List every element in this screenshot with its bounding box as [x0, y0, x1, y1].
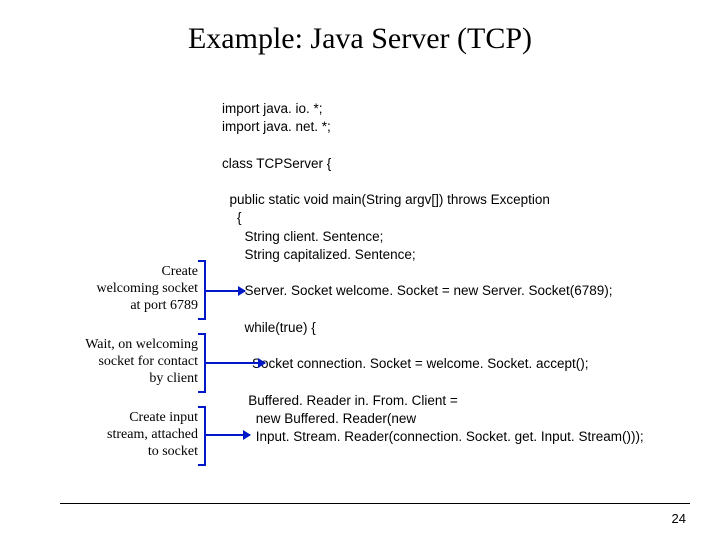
code-line: Server. Socket welcome. Socket = new Ser…: [222, 283, 613, 298]
code-line: Input. Stream. Reader(connection. Socket…: [222, 429, 644, 444]
annotation-line: socket for contact: [98, 354, 198, 369]
annotation-line: to socket: [148, 444, 198, 459]
divider: [60, 503, 690, 504]
page-number: 24: [672, 511, 686, 526]
code-line: while(true) {: [222, 320, 316, 335]
annotation-line: at port 6789: [130, 298, 198, 313]
arrow-icon: [205, 434, 250, 436]
arrow-icon: [205, 290, 245, 292]
annotations: Create welcoming socket at port 6789 Wai…: [0, 0, 202, 540]
bracket-icon: [198, 406, 206, 466]
annotation-line: Wait, on welcoming: [85, 337, 198, 352]
annotation-line: by client: [149, 371, 198, 386]
annotation-line: stream, attached: [107, 427, 198, 442]
annotation-line: Create: [161, 264, 198, 279]
code-line: Buffered. Reader in. From. Client =: [222, 393, 458, 408]
code-block: import java. io. *; import java. net. *;…: [222, 100, 702, 446]
annotation-welcoming-socket: Create welcoming socket at port 6789: [46, 262, 202, 316]
slide: Example: Java Server (TCP) import java. …: [0, 0, 720, 540]
code-line: String capitalized. Sentence;: [222, 247, 416, 262]
annotation-line: Create input: [129, 410, 198, 425]
annotation-input-stream: Create input stream, attached to socket: [46, 408, 202, 462]
code-line: new Buffered. Reader(new: [222, 411, 416, 426]
annotation-wait-socket: Wait, on welcoming socket for contact by…: [21, 335, 202, 389]
code-line: public static void main(String argv[]) t…: [222, 192, 550, 207]
code-line: class TCPServer {: [222, 156, 331, 171]
annotation-line: welcoming socket: [97, 281, 198, 296]
code-line: {: [222, 210, 242, 225]
arrow-icon: [205, 362, 265, 364]
code-line: import java. io. *;: [222, 101, 323, 116]
code-line: String client. Sentence;: [222, 229, 383, 244]
code-line: import java. net. *;: [222, 119, 331, 134]
code-line: Socket connection. Socket = welcome. Soc…: [222, 356, 589, 371]
